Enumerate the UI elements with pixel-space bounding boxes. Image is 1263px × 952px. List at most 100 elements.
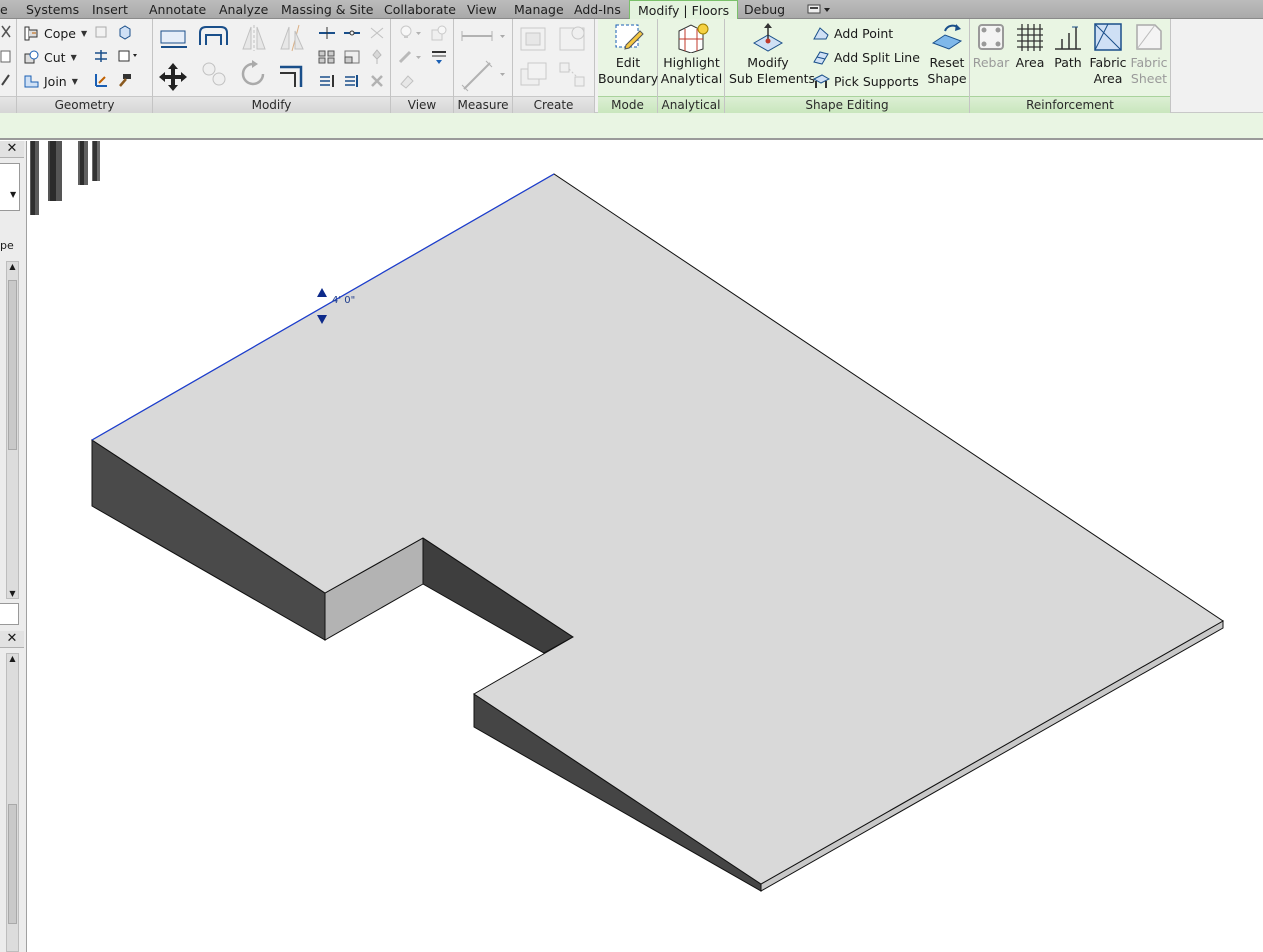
fabric-sheet-icon bbox=[1136, 24, 1162, 50]
tab-annotate[interactable]: Annotate bbox=[149, 0, 206, 19]
linework-icon[interactable] bbox=[398, 48, 426, 66]
create-parts-icon[interactable] bbox=[557, 23, 589, 53]
panel-label-mode: Mode bbox=[598, 96, 657, 113]
ribbon: Cope ▼ Cut ▼ Join ▼ Geometry Modify View… bbox=[0, 19, 1263, 113]
panel-label-create: Create bbox=[513, 96, 594, 113]
tab-debug[interactable]: Debug bbox=[744, 0, 785, 19]
create-group-icon[interactable] bbox=[518, 59, 550, 89]
unpin-icon[interactable] bbox=[368, 25, 386, 41]
hide-in-view-icon[interactable] bbox=[430, 48, 448, 66]
array-icon[interactable] bbox=[318, 49, 336, 65]
area-reinforcement-button[interactable]: Area bbox=[1011, 21, 1049, 71]
tab-insert[interactable]: Insert bbox=[92, 0, 128, 19]
reset-shape-label-line2: Shape bbox=[927, 71, 967, 86]
project-browser-scrollbar[interactable]: ▲ bbox=[6, 653, 19, 952]
create-similar-icon[interactable] bbox=[557, 59, 589, 89]
view-canvas[interactable]: 4' 0" bbox=[28, 141, 1263, 952]
cope-button[interactable]: Cope ▼ bbox=[23, 22, 87, 44]
tab-add-ins[interactable]: Add-Ins bbox=[574, 0, 621, 19]
type-selector[interactable]: ▼ bbox=[0, 163, 20, 211]
pick-supports-icon bbox=[812, 73, 830, 88]
tab-collaborate[interactable]: Collaborate bbox=[384, 0, 456, 19]
cut-button[interactable]: Cut ▼ bbox=[23, 46, 77, 68]
view-eraser-icon[interactable] bbox=[398, 72, 416, 90]
aligned-dimension-icon[interactable] bbox=[460, 59, 508, 93]
properties-label-fragment: pe bbox=[0, 239, 14, 252]
tab-modify-floors[interactable]: Modify | Floors bbox=[629, 0, 739, 20]
split-face-icon[interactable] bbox=[93, 48, 109, 64]
override-graphics-icon[interactable] bbox=[398, 24, 426, 42]
dimension-label[interactable]: 4' 0" bbox=[332, 295, 355, 306]
add-point-button[interactable]: Add Point bbox=[812, 22, 893, 44]
delete-icon[interactable] bbox=[368, 73, 386, 89]
modify-sub-elements-button[interactable]: Modify Sub Elements bbox=[729, 21, 815, 87]
rebar-button[interactable]: Rebar bbox=[972, 21, 1010, 71]
edit-boundary-icon bbox=[615, 24, 644, 50]
pick-supports-button[interactable]: Pick Supports bbox=[812, 70, 919, 92]
chevron-down-icon[interactable]: ▼ bbox=[72, 77, 78, 86]
move-icon[interactable] bbox=[157, 61, 189, 91]
align-icon[interactable] bbox=[159, 23, 189, 53]
paint-icon[interactable] bbox=[117, 48, 139, 64]
offset-icon[interactable] bbox=[197, 23, 229, 53]
project-browser-close-button[interactable]: ✕ bbox=[0, 631, 24, 648]
add-split-line-button[interactable]: Add Split Line bbox=[812, 46, 920, 68]
pin-icon[interactable] bbox=[368, 49, 386, 65]
copy-icon[interactable] bbox=[199, 59, 229, 89]
tab-view[interactable]: View bbox=[467, 0, 497, 19]
tab-manage[interactable]: Manage bbox=[514, 0, 564, 19]
trim-extend-corner-icon[interactable] bbox=[277, 59, 309, 89]
tab-analyze[interactable]: Analyze bbox=[219, 0, 268, 19]
fabric-sheet-button[interactable]: Fabric Sheet bbox=[1129, 21, 1169, 87]
measure-between-points-icon[interactable] bbox=[460, 27, 508, 45]
highlight-analytical-button[interactable]: Highlight Analytical bbox=[658, 21, 725, 87]
add-split-line-label: Add Split Line bbox=[834, 49, 920, 65]
mirror-pick-axis-icon[interactable] bbox=[239, 23, 269, 53]
scale-icon[interactable] bbox=[343, 49, 361, 65]
tab-massing-site[interactable]: Massing & Site bbox=[281, 0, 374, 19]
scroll-up-icon[interactable]: ▲ bbox=[7, 262, 18, 271]
floor-slab[interactable] bbox=[91, 173, 1224, 892]
project-browser-scroll-thumb[interactable] bbox=[8, 804, 17, 924]
chevron-down-icon[interactable]: ▼ bbox=[71, 53, 77, 62]
demolish-icon[interactable] bbox=[117, 24, 133, 40]
edit-boundary-button[interactable]: Edit Boundary bbox=[598, 21, 658, 87]
demolish-hammer-icon[interactable] bbox=[117, 72, 133, 88]
mirror-draw-axis-icon[interactable] bbox=[277, 23, 307, 53]
fabric-area-button[interactable]: Fabric Area bbox=[1087, 21, 1129, 87]
structural-columns[interactable] bbox=[30, 141, 100, 215]
3d-floor-view[interactable]: 4' 0" bbox=[28, 141, 1263, 952]
join-button[interactable]: Join ▼ bbox=[23, 70, 78, 92]
rotate-icon[interactable] bbox=[239, 59, 269, 89]
tab-structure-partial[interactable]: e bbox=[0, 0, 8, 19]
reset-shape-button[interactable]: Reset Shape bbox=[925, 21, 969, 87]
cut-profile-icon[interactable] bbox=[430, 24, 448, 42]
trim-extend-multiple-icon[interactable] bbox=[343, 73, 361, 89]
fabric-area-icon bbox=[1094, 23, 1122, 51]
modify-sub-elements-label-line1: Modify bbox=[747, 55, 789, 70]
properties-close-button[interactable]: ✕ bbox=[0, 141, 24, 158]
area-label: Area bbox=[1015, 55, 1045, 70]
edit-boundary-label-line2: Boundary bbox=[598, 71, 659, 86]
ribbon-minimize-toggle[interactable] bbox=[807, 3, 833, 16]
pick-supports-label: Pick Supports bbox=[834, 73, 919, 89]
scroll-up-icon[interactable]: ▲ bbox=[7, 654, 18, 663]
apply-button[interactable] bbox=[0, 603, 19, 625]
wall-opening-icon[interactable] bbox=[93, 72, 109, 88]
scroll-down-icon[interactable]: ▼ bbox=[7, 589, 18, 598]
split-element-icon[interactable] bbox=[318, 25, 336, 41]
properties-scroll-thumb[interactable] bbox=[8, 280, 17, 450]
trim-extend-single-icon[interactable] bbox=[318, 73, 336, 89]
chevron-down-icon[interactable]: ▼ bbox=[81, 29, 87, 38]
chevron-down-icon[interactable]: ▼ bbox=[10, 190, 16, 199]
tab-systems[interactable]: Systems bbox=[26, 0, 79, 19]
wall-joins-icon[interactable] bbox=[93, 24, 109, 40]
properties-scrollbar[interactable]: ▲ ▼ bbox=[6, 261, 19, 599]
paste-icon[interactable] bbox=[0, 49, 12, 63]
scissors-icon[interactable] bbox=[0, 25, 12, 39]
split-with-gap-icon[interactable] bbox=[343, 25, 361, 41]
match-properties-icon[interactable] bbox=[0, 73, 12, 87]
create-assembly-icon[interactable] bbox=[518, 23, 550, 53]
path-reinforcement-button[interactable]: Path bbox=[1049, 21, 1087, 71]
modify-sub-elements-icon bbox=[752, 23, 784, 52]
